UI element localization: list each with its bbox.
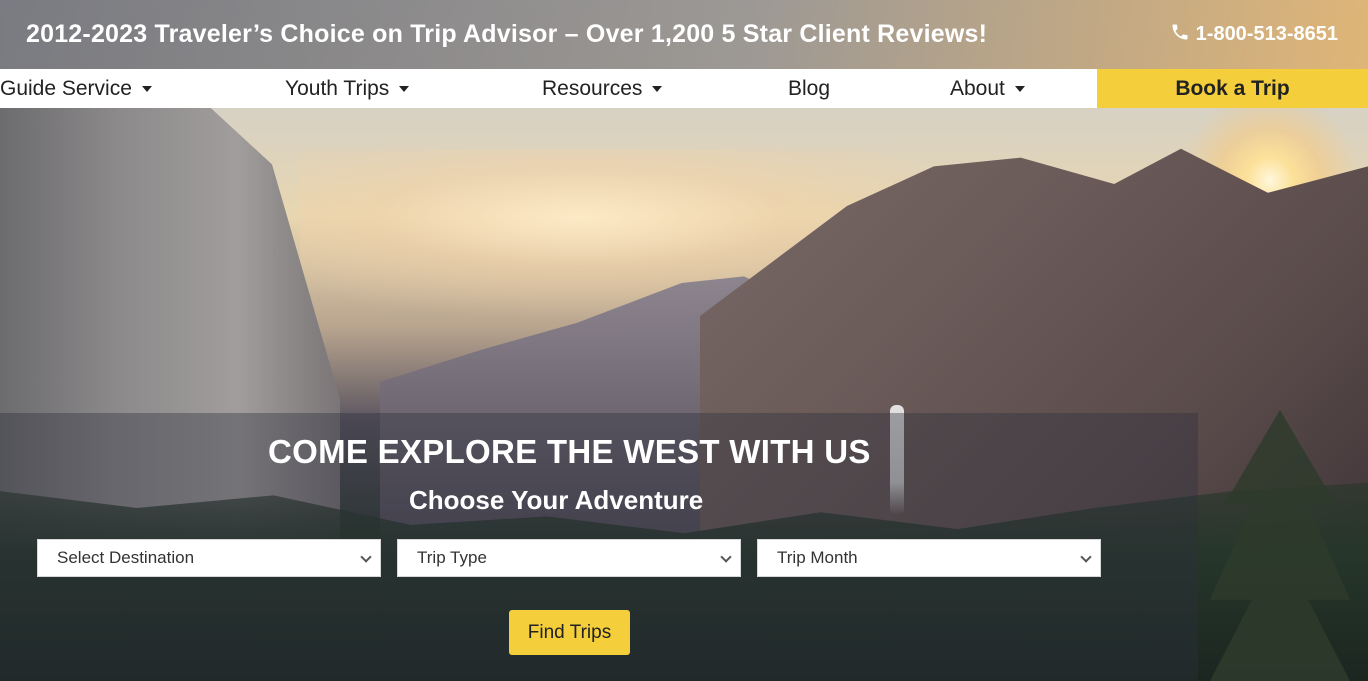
nav-label: About (950, 76, 1005, 100)
trip-month-select-value: Trip Month (777, 548, 858, 567)
caret-down-icon (1014, 85, 1025, 92)
nav-label: Guide Service (0, 76, 132, 100)
hero-headline: COME EXPLORE THE WEST WITH US (268, 433, 871, 470)
nav-label: Resources (542, 76, 643, 100)
trip-type-select-value: Trip Type (417, 548, 487, 567)
main-nav: Guide Service Youth Trips Resources Blog… (0, 69, 1368, 108)
chevron-down-icon (720, 551, 732, 563)
nav-resources[interactable]: Resources (542, 69, 663, 108)
trip-type-select[interactable]: Trip Type (397, 539, 741, 577)
top-bar: 2012-2023 Traveler’s Choice on Trip Advi… (0, 0, 1368, 69)
nav-about[interactable]: About (950, 69, 1025, 108)
book-a-trip-button[interactable]: Book a Trip (1097, 69, 1368, 108)
tagline: 2012-2023 Traveler’s Choice on Trip Advi… (26, 20, 988, 48)
nav-label: Youth Trips (285, 76, 390, 100)
phone-number: 1-800-513-8651 (1195, 23, 1338, 45)
caret-down-icon (652, 85, 663, 92)
caret-down-icon (141, 85, 152, 92)
destination-select-value: Select Destination (57, 548, 195, 567)
nav-label: Blog (788, 76, 831, 100)
destination-select[interactable]: Select Destination (37, 539, 381, 577)
caret-down-icon (399, 85, 410, 92)
hero-subheadline: Choose Your Adventure (409, 485, 704, 515)
nav-blog[interactable]: Blog (788, 69, 830, 108)
find-trips-button[interactable]: Find Trips (509, 610, 630, 655)
phone-link[interactable]: 1-800-513-8651 (1170, 22, 1338, 48)
trip-month-select[interactable]: Trip Month (757, 539, 1101, 577)
nav-guide-service[interactable]: Guide Service (0, 69, 152, 108)
phone-icon (1170, 22, 1190, 48)
chevron-down-icon (360, 551, 372, 563)
nav-youth-trips[interactable]: Youth Trips (285, 69, 410, 108)
chevron-down-icon (1080, 551, 1092, 563)
